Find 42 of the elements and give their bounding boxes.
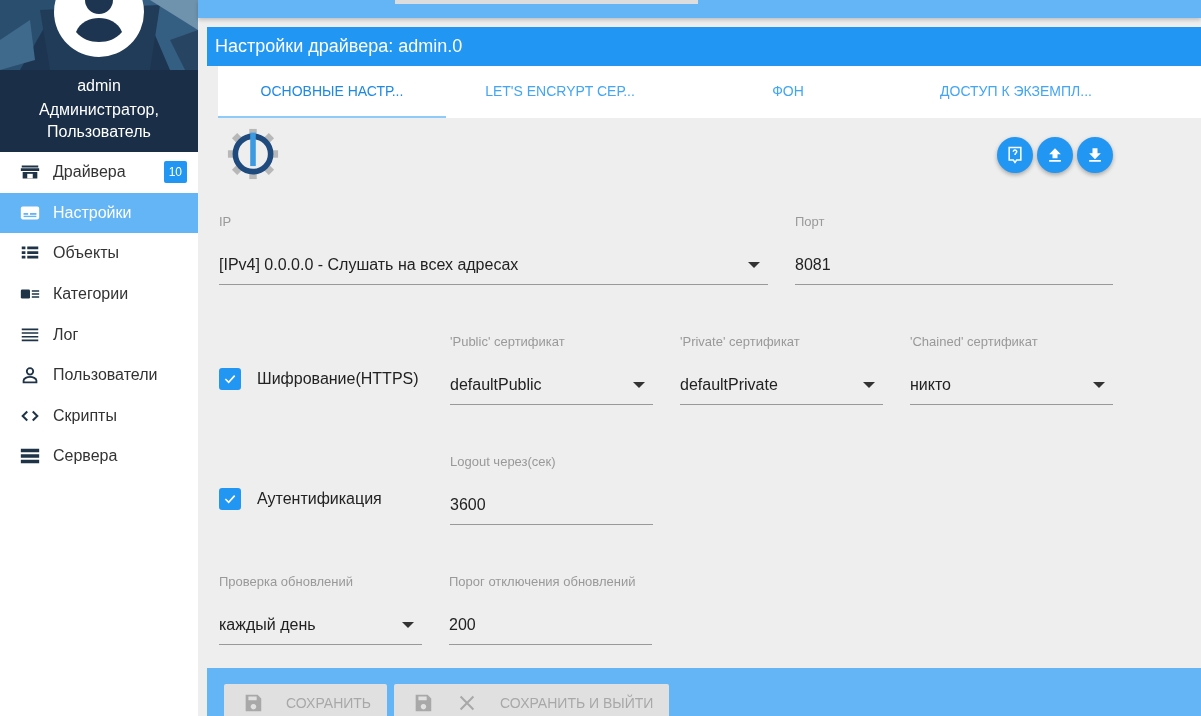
select-field[interactable]: никто	[910, 366, 1113, 405]
select-field[interactable]: каждый день	[219, 606, 422, 645]
help-button[interactable]	[997, 137, 1033, 173]
help-icon	[1005, 145, 1025, 165]
caret-icon	[863, 382, 875, 388]
select-field[interactable]: [IPv4] 0.0.0.0 - Слушать на всех адресах	[219, 246, 768, 285]
sidebar-item[interactable]: Лог	[0, 314, 198, 355]
field-label: Порт	[795, 213, 826, 231]
sidebar-item[interactable]: Категории	[0, 273, 198, 315]
input-field[interactable]: 200	[449, 606, 652, 645]
upload-button[interactable]	[1037, 137, 1073, 173]
field-label: Logout через(сек)	[450, 453, 557, 471]
select-field[interactable]: defaultPrivate	[680, 366, 883, 405]
caret-icon	[402, 622, 414, 628]
download-button[interactable]	[1077, 137, 1113, 173]
user-name: admin	[77, 77, 121, 95]
input-field[interactable]: 8081	[795, 246, 1113, 285]
field-label: Проверка обновлений	[219, 573, 355, 591]
sidebar-item[interactable]: Скрипты	[0, 395, 198, 437]
sidebar-item[interactable]: Пользователи	[0, 354, 198, 396]
select-field[interactable]: defaultPublic	[450, 366, 653, 405]
checkbox-label: Аутентификация	[257, 490, 382, 508]
gear-logo-icon	[227, 128, 279, 180]
avatar-icon	[54, 0, 144, 60]
caret-icon	[748, 262, 760, 268]
field-label: 'Chained' сертификат	[910, 333, 1039, 351]
sidebar-item[interactable]: Сервера	[0, 436, 198, 477]
caret-icon	[633, 382, 645, 388]
checkbox[interactable]	[219, 488, 241, 510]
sidebar-item[interactable]: Объекты	[0, 233, 198, 274]
user-roles: Администратор, Пользователь	[38, 100, 160, 142]
field-label: 'Public' сертификат	[450, 333, 566, 351]
field-label: IP	[219, 213, 233, 231]
field-label: Порог отключения обновлений	[449, 573, 637, 591]
sidebar-item[interactable]: Драйвера 10	[0, 152, 198, 193]
field-label: 'Private' сертификат	[680, 333, 801, 351]
count-badge: 10	[163, 161, 187, 184]
input-field[interactable]: 3600	[450, 486, 653, 525]
dialog-title: Настройки драйвера: admin.0	[207, 27, 1201, 66]
caret-icon	[1093, 382, 1105, 388]
checkbox[interactable]	[219, 368, 241, 390]
checkbox-label: Шифрование(HTTPS)	[257, 370, 419, 388]
